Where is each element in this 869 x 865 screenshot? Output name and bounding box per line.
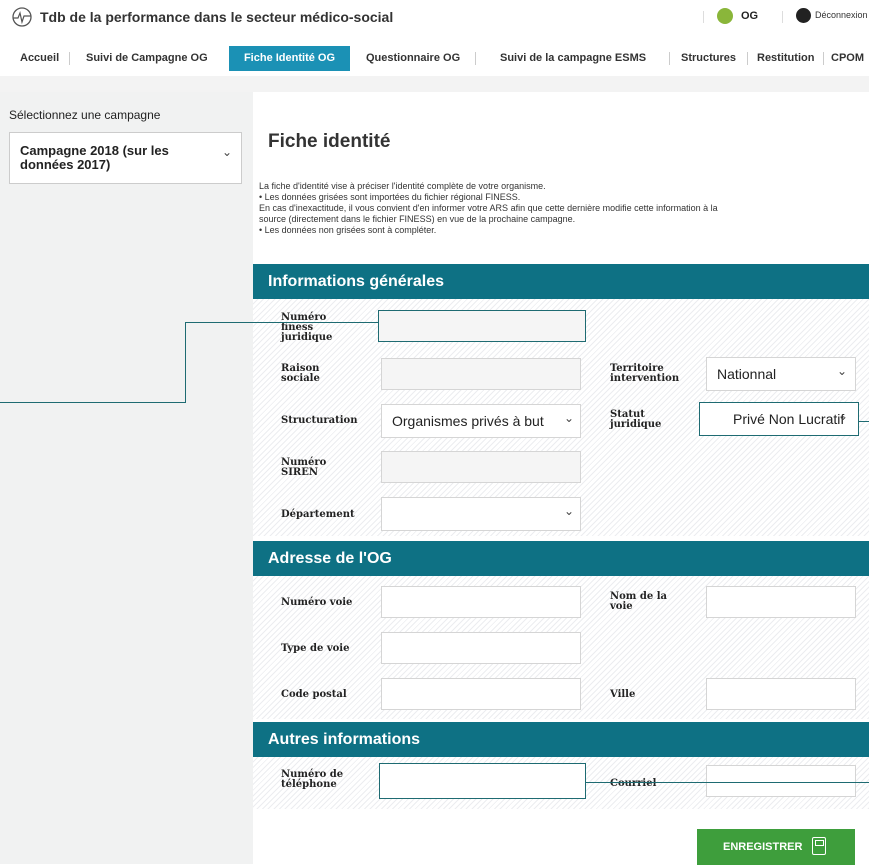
callout-line <box>586 782 869 783</box>
section-header-other: Autres informations <box>253 722 869 757</box>
courriel-label: Courriel <box>610 778 657 789</box>
nav-cpom[interactable]: CPOM <box>831 46 864 71</box>
sidebar <box>0 92 253 864</box>
code-postal-field[interactable] <box>381 678 581 710</box>
statut-label: Statut juridique <box>610 409 662 430</box>
nav-questionnaire-og[interactable]: Questionnaire OG <box>366 46 460 71</box>
intro-line: • Les données non grisées sont à complét… <box>259 225 437 235</box>
statut-select[interactable]: Privé Non Lucratif ⌄ <box>699 402 859 436</box>
page-title: Fiche identité <box>268 131 391 152</box>
type-voie-field[interactable] <box>381 632 581 664</box>
numero-voie-field[interactable] <box>381 586 581 618</box>
raison-sociale-label: Raison sociale <box>281 363 320 384</box>
nav-restitution[interactable]: Restitution <box>757 46 814 71</box>
callout-line <box>185 322 378 323</box>
territoire-select[interactable]: Nationnal ⌄ <box>706 357 856 391</box>
siren-field[interactable] <box>381 451 581 483</box>
numero-voie-label: Numéro voie <box>281 597 353 608</box>
user-label[interactable]: OG <box>741 10 758 22</box>
save-button[interactable]: ENREGISTRER <box>697 829 855 865</box>
type-voie-label: Type de voie <box>281 643 350 654</box>
logout-link[interactable]: Déconnexion <box>815 10 868 20</box>
logout-icon[interactable] <box>796 8 811 23</box>
nav-fiche-identite-og[interactable]: Fiche Identité OG <box>229 46 350 71</box>
nav-divider <box>69 52 70 65</box>
intro-line: • Les données grisées sont importées du … <box>259 192 521 202</box>
campaign-select-label: Sélectionnez une campagne <box>9 108 161 122</box>
chevron-down-icon: ⌄ <box>222 145 233 159</box>
nav-suivi-campagne-esms[interactable]: Suivi de la campagne ESMS <box>500 46 646 71</box>
nav-underline-band <box>0 76 869 92</box>
nav-suivi-campagne-og[interactable]: Suivi de Campagne OG <box>86 46 208 71</box>
section-title: Informations générales <box>268 273 445 290</box>
intro-line: En cas d'inexactitude, il vous convient … <box>259 203 718 213</box>
territoire-value: Nationnal <box>717 366 777 382</box>
code-postal-label: Code postal <box>281 689 347 700</box>
app-title: Tdb de la performance dans le secteur mé… <box>40 9 394 25</box>
structuration-value: Organismes privés à but <box>392 413 544 429</box>
telephone-label: Numéro de téléphone <box>281 769 344 790</box>
section-header-general: Informations générales <box>253 264 869 299</box>
top-header: Tdb de la performance dans le secteur mé… <box>0 0 869 46</box>
ville-label: Ville <box>610 689 636 700</box>
nav-divider <box>475 52 476 65</box>
chevron-down-icon: ⌄ <box>564 504 575 518</box>
campaign-select[interactable]: Campagne 2018 (sur les données 2017) ⌄ <box>9 132 242 184</box>
nav-structures[interactable]: Structures <box>681 46 736 71</box>
structuration-label: Structuration <box>281 415 358 426</box>
section-header-address: Adresse de l'OG <box>253 541 869 576</box>
raison-sociale-field[interactable] <box>381 358 581 390</box>
nom-voie-label: Nom de la voie <box>610 591 667 612</box>
structuration-select[interactable]: Organismes privés à but ⌄ <box>381 404 581 438</box>
departement-select[interactable]: ⌄ <box>381 497 581 531</box>
section-title: Adresse de l'OG <box>268 550 392 567</box>
app-logo-icon <box>12 7 32 27</box>
callout-line <box>185 322 186 402</box>
territoire-label: Territoire intervention <box>610 363 680 384</box>
nav-divider <box>669 52 670 65</box>
save-icon <box>812 837 826 855</box>
campaign-select-value: Campagne 2018 (sur les données 2017) <box>20 143 169 172</box>
nav-accueil[interactable]: Accueil <box>20 46 59 71</box>
nav-divider <box>747 52 748 65</box>
callout-line <box>859 421 869 422</box>
callout-line <box>0 402 186 403</box>
finess-field[interactable] <box>378 310 586 342</box>
main-nav: Accueil Suivi de Campagne OG Fiche Ident… <box>0 46 869 71</box>
telephone-field[interactable] <box>379 763 586 799</box>
chevron-down-icon: ⌄ <box>837 364 848 378</box>
departement-label: Département <box>281 509 355 520</box>
header-divider <box>782 11 783 23</box>
statut-value: Privé Non Lucratif <box>733 411 845 427</box>
save-button-label: ENREGISTRER <box>723 841 803 853</box>
intro-line: La fiche d'identité vise à préciser l'id… <box>259 181 546 191</box>
header-divider <box>703 11 704 23</box>
chevron-down-icon: ⌄ <box>564 411 575 425</box>
ville-field[interactable] <box>706 678 856 710</box>
finess-label: Numéro finess juridique <box>281 312 333 343</box>
chevron-down-icon: ⌄ <box>838 409 849 423</box>
intro-text: La fiche d'identité vise à préciser l'id… <box>259 181 859 236</box>
courriel-field[interactable] <box>706 765 856 797</box>
user-icon[interactable] <box>717 8 733 24</box>
nav-divider <box>823 52 824 65</box>
section-title: Autres informations <box>268 731 421 748</box>
intro-line: source (directement dans le fichier FINE… <box>259 214 576 224</box>
nom-voie-field[interactable] <box>706 586 856 618</box>
siren-label: Numéro SIREN <box>281 457 327 478</box>
